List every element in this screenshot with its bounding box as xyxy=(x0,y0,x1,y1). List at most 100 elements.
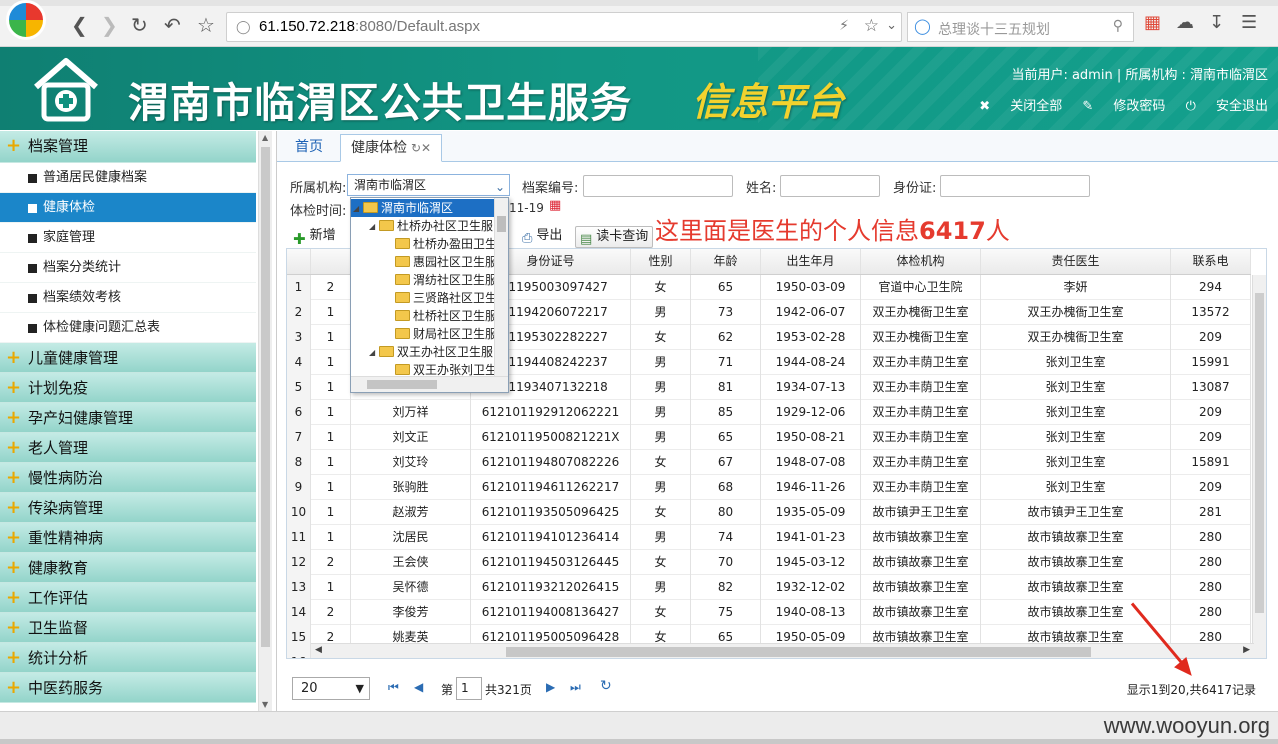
org-tree-dropdown[interactable]: ◢ 渭南市临渭区 ◢ 杜桥办社区卫生服 杜桥办盈田卫生 惠园社区卫生服 渭纺社区卫生服 三贤路… xyxy=(350,197,509,393)
table-row[interactable]: 10 1 赵淑芳 612101193505096425 女 80 1935-05-09 故市镇… xyxy=(287,500,1251,525)
grid-vertical-scrollbar[interactable] xyxy=(1252,275,1266,658)
favorite-star-icon[interactable]: ☆ xyxy=(197,15,215,35)
back-icon[interactable]: ❮ xyxy=(71,15,88,35)
sidebar-group-child-health[interactable]: + 儿童健康管理 xyxy=(0,343,256,373)
sidebar-item-classification-stats[interactable]: 档案分类统计 xyxy=(0,253,256,283)
tree-vertical-scrollbar[interactable] xyxy=(494,198,508,376)
tree-node[interactable]: ◢ 杜桥办社区卫生服 xyxy=(351,217,494,235)
scrollbar-thumb[interactable] xyxy=(367,380,437,389)
grid-horizontal-scrollbar[interactable]: ◀ ▶ xyxy=(311,643,1254,658)
refresh-close-icon[interactable]: ↻✕ xyxy=(411,141,431,155)
column-header[interactable]: 年龄 xyxy=(691,249,761,274)
tab-health-exam[interactable]: 健康体检 ↻✕ xyxy=(340,134,443,162)
sidebar-scrollbar[interactable]: ▲ ▼ xyxy=(258,131,272,711)
org-select[interactable]: 渭南市临渭区 ⌄ xyxy=(347,174,510,196)
table-row[interactable]: 6 1 刘万祥 612101192912062221 男 85 1929-12-06 双王办丰… xyxy=(287,400,1251,425)
sidebar-group-elderly[interactable]: + 老人管理 xyxy=(0,433,256,463)
logout-link[interactable]: ⏻ 安全退出 xyxy=(1186,99,1268,114)
id-input[interactable] xyxy=(940,175,1090,197)
column-header[interactable]: 联系电 xyxy=(1171,249,1251,274)
sidebar-group-tcm[interactable]: + 中医药服务 xyxy=(0,673,256,703)
tree-node[interactable]: ◢ 渭南市临渭区 xyxy=(351,199,494,217)
scroll-left-icon[interactable]: ◀ xyxy=(315,645,322,655)
cloud-icon[interactable]: ☁ xyxy=(1176,14,1194,32)
sidebar-group-education[interactable]: + 健康教育 xyxy=(0,553,256,583)
chevron-down-icon[interactable]: ⌄ xyxy=(886,18,897,33)
menu-icon[interactable]: ☰ xyxy=(1241,14,1257,32)
star-outline-icon[interactable]: ☆ xyxy=(864,16,879,36)
exam-date-value[interactable]: 11-19 xyxy=(509,201,544,215)
column-header[interactable]: 体检机构 xyxy=(861,249,981,274)
forward-icon[interactable]: ❯ xyxy=(101,15,118,35)
tree-node[interactable]: 惠园社区卫生服 xyxy=(351,253,494,271)
last-page-icon[interactable]: ⏭ xyxy=(570,680,581,695)
sidebar-group-evaluation[interactable]: + 工作评估 xyxy=(0,583,256,613)
tree-node[interactable]: 杜桥办盈田卫生 xyxy=(351,235,494,253)
scrollbar-thumb[interactable] xyxy=(506,647,1091,657)
refresh-icon[interactable]: ↻ xyxy=(600,678,612,694)
sidebar-group-maternal[interactable]: + 孕产妇健康管理 xyxy=(0,403,256,433)
table-row[interactable]: 8 1 刘艾玲 612101194807082226 女 67 1948-07-08 双王办丰… xyxy=(287,450,1251,475)
scrollbar-thumb[interactable] xyxy=(1255,293,1264,613)
page-number-input[interactable]: 1 xyxy=(456,677,482,700)
calendar-icon[interactable]: ▦ xyxy=(549,198,561,213)
file-no-input[interactable] xyxy=(583,175,733,197)
browser-logo-icon[interactable] xyxy=(6,0,46,40)
reload-icon[interactable]: ↻ xyxy=(131,15,148,35)
scroll-down-icon[interactable]: ▼ xyxy=(262,700,268,709)
scroll-right-icon[interactable]: ▶ xyxy=(1243,645,1250,655)
tree-node[interactable]: ◢ 双王办社区卫生服 xyxy=(351,343,494,361)
sidebar-item-health-exam[interactable]: 健康体检 xyxy=(0,193,256,223)
page-size-select[interactable]: 20 ▼ xyxy=(292,677,370,700)
browser-search-box[interactable]: ◯ 总理谈十三五规划 ⚲ xyxy=(907,12,1134,42)
tree-node[interactable]: 财局社区卫生服 xyxy=(351,325,494,343)
tree-node[interactable]: 双王办张刘卫生 xyxy=(351,361,494,379)
column-header[interactable] xyxy=(287,249,311,274)
scrollbar-thumb[interactable] xyxy=(261,147,270,647)
sidebar-item-exam-summary[interactable]: 体检健康问题汇总表 xyxy=(0,313,256,343)
expand-triangle-icon[interactable]: ◢ xyxy=(369,344,379,362)
sidebar-item-performance[interactable]: 档案绩效考核 xyxy=(0,283,256,313)
tree-node[interactable]: 三贤路社区卫生 xyxy=(351,289,494,307)
tree-node[interactable]: 杜桥社区卫生服 xyxy=(351,307,494,325)
name-input[interactable] xyxy=(780,175,880,197)
expand-triangle-icon[interactable]: ◢ xyxy=(369,218,379,236)
column-header[interactable]: 性别 xyxy=(631,249,691,274)
scrollbar-thumb[interactable] xyxy=(497,216,506,232)
table-row[interactable]: 7 1 刘文正 61210119500821221X 男 65 1950-08-21 双王办丰… xyxy=(287,425,1251,450)
add-button[interactable]: ✚ 新增 xyxy=(289,226,340,248)
first-page-icon[interactable]: ⏮ xyxy=(388,680,399,695)
read-card-button[interactable]: ▤ 读卡查询 xyxy=(575,226,654,248)
sidebar-item-family[interactable]: 家庭管理 xyxy=(0,223,256,253)
sidebar-group-chronic[interactable]: + 慢性病防治 xyxy=(0,463,256,493)
lightning-icon[interactable]: ⚡ xyxy=(839,18,849,34)
next-page-icon[interactable]: ▶ xyxy=(546,680,555,694)
sidebar-group-mental[interactable]: + 重性精神病 xyxy=(0,523,256,553)
prev-page-icon[interactable]: ◀ xyxy=(414,680,423,694)
column-header[interactable]: 出生年月 xyxy=(761,249,861,274)
scroll-up-icon[interactable]: ▲ xyxy=(262,133,268,142)
export-button[interactable]: ⎙ 导出 xyxy=(518,226,566,248)
table-row[interactable]: 9 1 张驹胜 612101194611262217 男 68 1946-11-26 双王办丰… xyxy=(287,475,1251,500)
table-row[interactable]: 13 1 吴怀德 612101193212026415 男 82 1932-12-02 故市镇… xyxy=(287,575,1251,600)
column-header[interactable] xyxy=(311,249,351,274)
expand-triangle-icon[interactable]: ◢ xyxy=(353,200,363,218)
address-bar[interactable]: ◯ 61.150.72.218:8080/Default.aspx ⚡ ☆ ⌄ xyxy=(226,12,902,42)
tab-home[interactable]: 首页 xyxy=(285,134,333,162)
change-password-link[interactable]: ✎ 修改密码 xyxy=(1082,99,1165,114)
table-row[interactable]: 14 2 李俊芳 612101194008136427 女 75 1940-08-13 故市镇… xyxy=(287,600,1251,625)
tree-node[interactable]: 渭纺社区卫生服 xyxy=(351,271,494,289)
undo-icon[interactable]: ↶ xyxy=(164,15,181,35)
sidebar-group-statistics[interactable]: + 统计分析 xyxy=(0,643,256,673)
sidebar-group-infectious[interactable]: + 传染病管理 xyxy=(0,493,256,523)
table-row[interactable]: 12 2 王会侠 612101194503126445 女 70 1945-03-12 故市镇… xyxy=(287,550,1251,575)
sidebar-group-immunization[interactable]: + 计划免疫 xyxy=(0,373,256,403)
close-all-link[interactable]: ✖ 关闭全部 xyxy=(979,99,1062,114)
sidebar-group-supervision[interactable]: + 卫生监督 xyxy=(0,613,256,643)
table-row[interactable]: 11 1 沈居民 612101194101236414 男 74 1941-01-23 故市镇… xyxy=(287,525,1251,550)
chevron-down-icon[interactable]: ⌄ xyxy=(495,177,505,197)
search-icon[interactable]: ⚲ xyxy=(1113,18,1123,34)
download-icon[interactable]: ↧ xyxy=(1209,14,1224,32)
apps-grid-icon[interactable]: ▦ xyxy=(1144,14,1161,32)
column-header[interactable]: 责任医生 xyxy=(981,249,1171,274)
